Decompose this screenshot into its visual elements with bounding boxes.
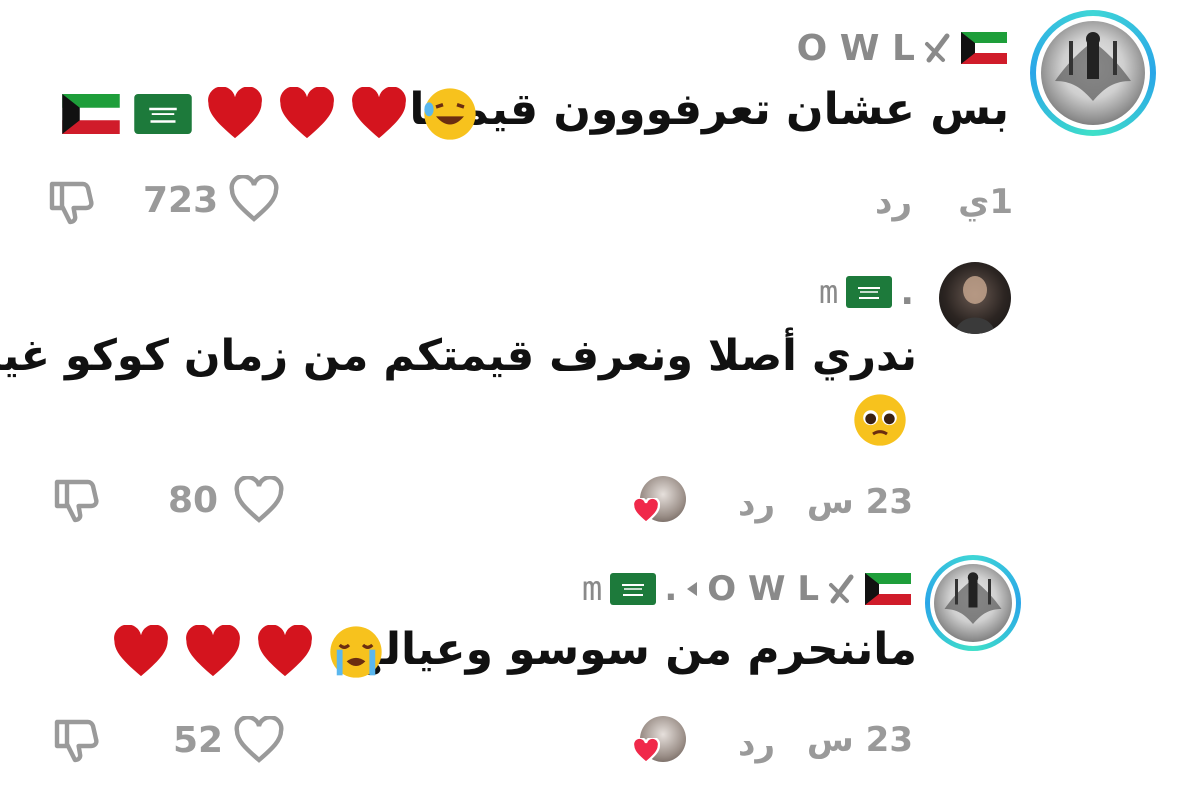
like-count: 52	[173, 720, 224, 761]
avatar[interactable]	[939, 262, 1011, 334]
heart-icon[interactable]	[233, 716, 285, 764]
triangle-right-icon	[687, 582, 698, 596]
like-count: 723	[143, 180, 219, 221]
slash-icon	[829, 574, 854, 604]
saudi-flag	[134, 94, 192, 134]
reply-button[interactable]: رد	[738, 484, 775, 524]
username[interactable]: m . O W L	[582, 568, 911, 610]
comment-time: 23 س	[806, 482, 913, 522]
red-heart-icon	[258, 625, 312, 677]
comment-text: ندري أصلا ونعرف قيمتكم من زمان كوكو غير	[0, 331, 917, 381]
heart-icon	[632, 498, 660, 524]
emoji-row	[62, 84, 478, 144]
reply-button[interactable]: رد	[875, 182, 912, 222]
emoji-row	[112, 622, 384, 682]
username[interactable]: O W L	[797, 26, 1007, 70]
crying-emoji	[330, 626, 382, 678]
saudi-flag	[846, 276, 893, 308]
kuwait-flag	[865, 573, 911, 605]
reply-button[interactable]: رد	[738, 724, 775, 764]
red-heart-icon	[352, 87, 406, 139]
saudi-flag	[610, 573, 657, 605]
slash-icon	[925, 33, 950, 63]
comment-text: ماننحرم من سوسو وعيالها	[338, 624, 917, 675]
comment-time: 1ي	[958, 182, 1013, 222]
kuwait-flag	[62, 94, 120, 134]
avatar[interactable]	[1030, 10, 1156, 136]
dislike-icon[interactable]	[51, 474, 103, 526]
comment-text: بس عشان تعرفووون قيمتنا	[409, 84, 1009, 135]
kuwait-flag	[961, 32, 1007, 64]
like-count: 80	[168, 480, 219, 521]
red-heart-icon	[114, 625, 168, 677]
pleading-emoji: 🥺	[852, 392, 908, 448]
dislike-icon[interactable]	[46, 176, 98, 228]
comment-time: 23 س	[806, 720, 913, 760]
red-heart-icon	[186, 625, 240, 677]
username[interactable]: m .	[819, 272, 914, 313]
heart-icon	[632, 738, 660, 764]
heart-icon[interactable]	[233, 476, 285, 524]
avatar[interactable]	[925, 555, 1021, 651]
red-heart-icon	[208, 87, 262, 139]
laughing-emoji	[424, 88, 476, 140]
red-heart-icon	[280, 87, 334, 139]
heart-icon[interactable]	[228, 175, 280, 223]
dislike-icon[interactable]	[51, 714, 103, 766]
